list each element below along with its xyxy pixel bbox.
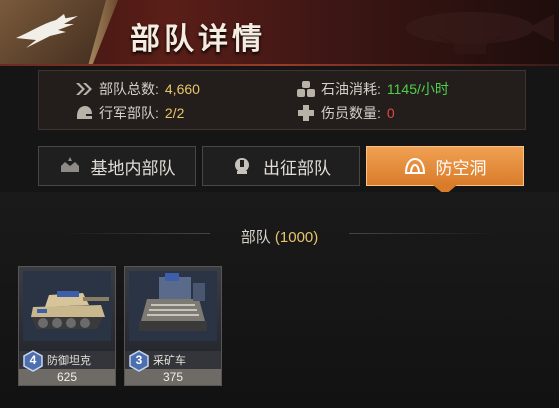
section-label: 部队 bbox=[240, 229, 271, 246]
airship-decoration-icon bbox=[406, 12, 554, 54]
oil-barrels-icon bbox=[297, 81, 315, 97]
march-icon bbox=[235, 158, 249, 174]
section-title: 部队 (1000) bbox=[0, 226, 559, 247]
tab-base-troops-label: 基地内部队 bbox=[90, 158, 176, 178]
unit-level: 3 bbox=[135, 353, 143, 367]
eagle-icon bbox=[16, 14, 78, 48]
unit-name: 防御坦克 bbox=[47, 355, 91, 367]
page-title: 部队详情 bbox=[130, 23, 266, 56]
mining-vehicle-icon bbox=[129, 271, 217, 341]
troops-icon bbox=[76, 83, 92, 95]
stats-panel: 部队总数: 4,660 石油消耗: 1145/小时 行军部队: 2/2 伤员数量… bbox=[38, 70, 526, 130]
stat-wounded-value: 0 bbox=[386, 105, 395, 121]
stat-total-troops-label: 部队总数: bbox=[99, 81, 159, 97]
stat-oil-label: 石油消耗: bbox=[321, 81, 381, 97]
stat-oil-consumption: 石油消耗: 1145/小时 bbox=[297, 79, 449, 99]
helmet-icon bbox=[77, 106, 92, 119]
logo-badge bbox=[0, 0, 118, 66]
stat-marching-value: 2/2 bbox=[164, 105, 185, 121]
unit-level-badge: 3 bbox=[128, 350, 150, 372]
stat-wounded: 伤员数量: 0 bbox=[297, 103, 395, 123]
stat-total-troops: 部队总数: 4,660 bbox=[75, 79, 200, 99]
unit-card-defense-tank[interactable]: 防御坦克 625 4 bbox=[18, 266, 116, 386]
tab-base-troops[interactable]: 基地内部队 bbox=[38, 146, 196, 186]
tab-bar: 基地内部队 出征部队 防空洞 bbox=[38, 146, 524, 195]
tank-icon bbox=[23, 271, 111, 341]
tab-march-troops[interactable]: 出征部队 bbox=[202, 146, 360, 186]
unit-level: 4 bbox=[29, 353, 37, 367]
stat-total-troops-value: 4,660 bbox=[164, 81, 200, 97]
medical-cross-icon bbox=[298, 105, 314, 121]
header-banner: 部队详情 bbox=[0, 0, 559, 66]
tab-bunker[interactable]: 防空洞 bbox=[366, 146, 524, 195]
stat-oil-value: 1145/小时 bbox=[386, 81, 449, 97]
unit-name: 采矿车 bbox=[153, 355, 186, 367]
bunker-icon bbox=[404, 157, 425, 174]
tab-bunker-label: 防空洞 bbox=[435, 158, 487, 178]
unit-level-badge: 4 bbox=[22, 350, 44, 372]
stat-marching-troops: 行军部队: 2/2 bbox=[75, 103, 184, 123]
unit-card-mining-vehicle[interactable]: 采矿车 375 3 bbox=[124, 266, 222, 386]
stat-marching-label: 行军部队: bbox=[99, 105, 159, 121]
stat-wounded-label: 伤员数量: bbox=[321, 105, 381, 121]
base-icon bbox=[60, 157, 79, 172]
section-count: (1000) bbox=[274, 229, 319, 246]
tab-march-troops-label: 出征部队 bbox=[263, 158, 331, 178]
